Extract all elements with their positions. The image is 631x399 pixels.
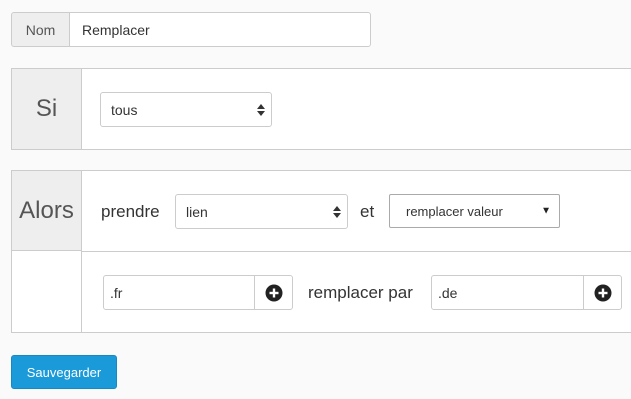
plus-circle-icon bbox=[265, 284, 282, 301]
search-value-input[interactable] bbox=[103, 275, 255, 310]
name-input[interactable] bbox=[69, 12, 371, 47]
operation-select[interactable]: remplacer valeur ▼ bbox=[389, 194, 560, 228]
add-replace-value-button[interactable] bbox=[583, 275, 622, 310]
sort-arrows-icon bbox=[257, 103, 265, 116]
add-search-value-button[interactable] bbox=[254, 275, 293, 310]
sort-arrows-icon bbox=[333, 205, 341, 218]
panel-divider bbox=[82, 251, 631, 252]
save-button[interactable]: Sauvegarder bbox=[11, 355, 117, 389]
condition-select-value: tous bbox=[111, 101, 138, 118]
plus-circle-icon bbox=[594, 284, 611, 301]
action-label: Alors bbox=[12, 171, 82, 251]
condition-panel: Si tous bbox=[11, 68, 631, 150]
replace-value-input[interactable] bbox=[431, 275, 584, 310]
take-select[interactable]: lien bbox=[175, 194, 348, 229]
replace-label: remplacer par bbox=[308, 283, 413, 302]
caret-down-icon: ▼ bbox=[541, 205, 551, 217]
name-label: Nom bbox=[11, 12, 70, 47]
take-label: prendre bbox=[101, 202, 160, 221]
and-label: et bbox=[360, 202, 375, 221]
operation-select-value: remplacer valeur bbox=[406, 203, 503, 219]
condition-label: Si bbox=[12, 69, 82, 149]
action-panel: Alors prendre lien et remplacer valeur ▼… bbox=[11, 170, 631, 333]
take-select-value: lien bbox=[186, 203, 208, 220]
condition-select[interactable]: tous bbox=[100, 92, 272, 127]
panel-divider bbox=[81, 251, 82, 332]
